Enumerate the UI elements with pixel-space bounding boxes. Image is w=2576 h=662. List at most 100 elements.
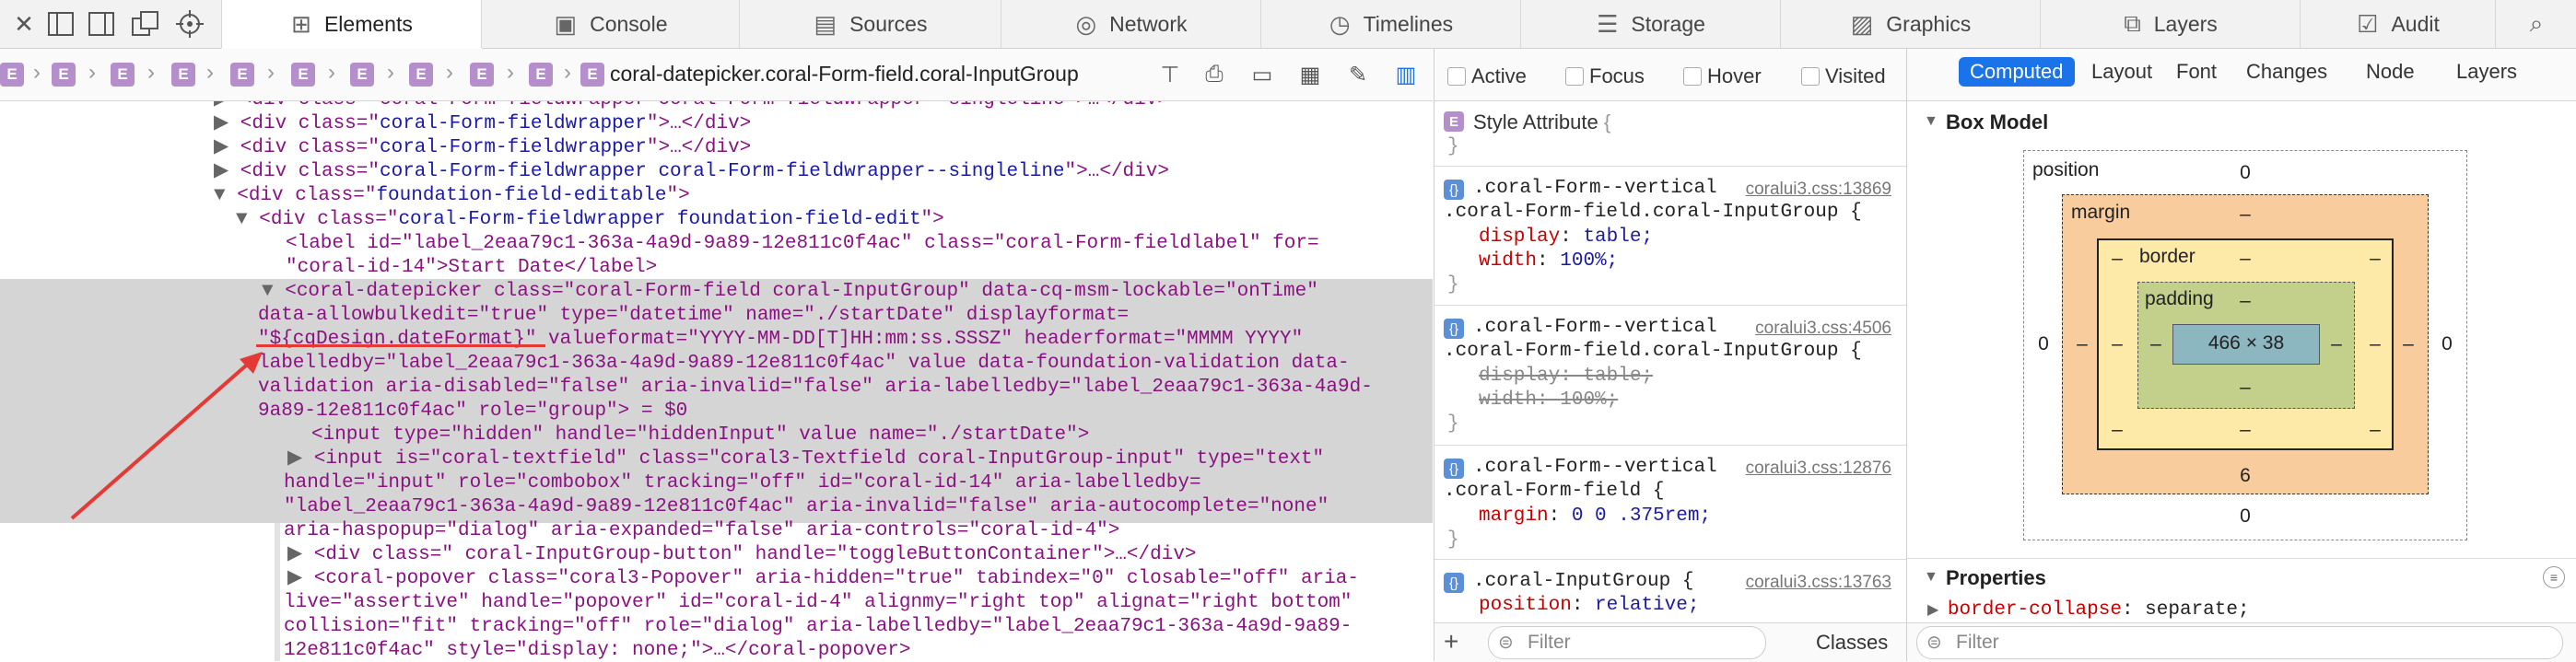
breadcrumb-element-badge[interactable]: E xyxy=(0,63,24,87)
dom-node[interactable]: ▶ <coral-popover class="coral3-Popover" … xyxy=(287,567,1433,591)
dom-node[interactable]: ▶ <div class="coral-Form-fieldwrapper">…… xyxy=(214,112,1433,136)
inspect-target-icon[interactable] xyxy=(173,7,206,41)
breadcrumb-element-badge[interactable]: E xyxy=(171,63,195,87)
dom-node[interactable]: ▶ <div class="coral-Form-fieldwrapper co… xyxy=(214,160,1433,184)
breadcrumb: E › E › E › E › E › E › E › E › E › E › … xyxy=(0,49,1433,101)
pseudo-visited-checkbox[interactable] xyxy=(1801,67,1820,86)
breadcrumb-element-badge[interactable]: E xyxy=(529,63,553,87)
position-bottom-value: 0 xyxy=(2240,505,2251,527)
css-property[interactable]: position: relative; xyxy=(1479,595,1699,616)
tab-computed[interactable]: Computed xyxy=(1959,57,2075,87)
styles-filter-input[interactable]: ⊜ Filter xyxy=(1488,626,1766,659)
breadcrumb-element-badge[interactable]: E xyxy=(580,63,604,87)
pseudo-focus-checkbox[interactable] xyxy=(1565,67,1584,86)
add-rule-icon[interactable]: + xyxy=(1444,627,1458,656)
dom-node[interactable]: ▶ <div class="coral-Form-fieldwrapper">…… xyxy=(214,136,1433,160)
dom-node[interactable]: <input type="hidden" handle="hiddenInput… xyxy=(311,424,1433,447)
computed-filter-bar: ⊜ Filter xyxy=(1907,622,2576,662)
classes-button[interactable]: Classes xyxy=(1816,631,1888,655)
dock-right-icon[interactable] xyxy=(85,7,118,41)
css-property[interactable]: margin: 0 0 .375rem; xyxy=(1479,505,1711,527)
tab-changes[interactable]: Changes xyxy=(2246,60,2327,84)
search-button[interactable]: ⌕ xyxy=(2495,0,2576,48)
dom-node-attrs: collision="fit" tracking="off" role="dia… xyxy=(284,616,1352,637)
padding-bottom-value: – xyxy=(2240,377,2251,398)
network-icon: ◎ xyxy=(1075,9,1097,38)
disclosure-triangle-icon: ▶ xyxy=(214,113,240,134)
pseudo-hover-checkbox[interactable] xyxy=(1683,67,1702,86)
layout-overlay-icon[interactable]: ⊤ xyxy=(1155,60,1185,89)
rule-selector[interactable]: .coral-Form--vertical xyxy=(1473,457,1717,478)
toggle-sidebar-icon[interactable]: ▥ xyxy=(1391,60,1421,89)
properties-title: Properties xyxy=(1946,566,2046,589)
sources-icon: ▤ xyxy=(814,9,837,38)
tab-timelines[interactable]: ◷ Timelines xyxy=(1260,0,1521,48)
tab-elements[interactable]: ⊞ Elements xyxy=(221,0,482,50)
tab-graphics[interactable]: ▨ Graphics xyxy=(1780,0,2041,48)
breadcrumb-element-badge[interactable]: E xyxy=(409,63,433,87)
css-property[interactable]: width: 100%; xyxy=(1479,250,1618,272)
dom-node[interactable]: ▼ <div class="coral-Form-fieldwrapper fo… xyxy=(236,208,1433,232)
breadcrumb-element-badge[interactable]: E xyxy=(350,63,374,87)
print-icon[interactable]: ⎙ xyxy=(1200,60,1229,89)
computed-panel: Computed Layout Font Changes Node Layers… xyxy=(1907,49,2576,662)
pseudo-active-checkbox[interactable] xyxy=(1447,67,1466,86)
grid-icon[interactable]: ▦ xyxy=(1295,60,1325,89)
pseudo-class-bar: Active Focus Hover Visited xyxy=(1434,49,1906,101)
style-attribute-close: } xyxy=(1447,136,1459,157)
tab-layers[interactable]: ⧉ Layers xyxy=(2040,0,2301,48)
css-property-overridden[interactable]: display: table; xyxy=(1479,366,1653,387)
tab-layout[interactable]: Layout xyxy=(2091,60,2152,84)
dom-node[interactable]: ▶ <div class=" coral-InputGroup-button" … xyxy=(287,543,1433,567)
filter-icon: ⊜ xyxy=(1498,633,1514,653)
border-left-mid-value: – xyxy=(2112,333,2123,354)
breadcrumb-element-badge[interactable]: E xyxy=(230,63,254,87)
dom-node-selected[interactable]: ▼ <coral-datepicker class="coral-Form-fi… xyxy=(262,280,1433,304)
breadcrumb-element-badge[interactable]: E xyxy=(111,63,135,87)
tab-storage[interactable]: ☰ Storage xyxy=(1520,0,1781,48)
tab-console[interactable]: ▣ Console xyxy=(481,0,740,48)
close-icon[interactable]: ✕ xyxy=(7,7,41,41)
rule-selector[interactable]: .coral-InputGroup { xyxy=(1473,571,1693,592)
rule-source-link[interactable]: coralui3.css:13763 xyxy=(1746,573,1891,593)
rule-source-link[interactable]: coralui3.css:4506 xyxy=(1755,319,1891,339)
filter-options-icon[interactable]: ≡ xyxy=(2543,566,2565,588)
tab-network[interactable]: ◎ Network xyxy=(1001,0,1261,48)
dom-node-attrs: data-allowbulkedit="true" type="datetime… xyxy=(258,305,1130,326)
tab-audit[interactable]: ☑ Audit xyxy=(2300,0,2496,48)
dom-node[interactable]: ▼ <div class="foundation-field-editable"… xyxy=(214,184,1433,208)
breadcrumb-element-badge[interactable]: E xyxy=(470,63,494,87)
css-property-overridden[interactable]: width: 100%; xyxy=(1479,389,1618,411)
dock-left-icon[interactable] xyxy=(44,7,77,41)
dom-node-attrs: 12e811c0f4ac" style="display: none;">…</… xyxy=(284,640,911,661)
disclosure-down-icon[interactable]: ▼ xyxy=(1924,569,1938,586)
style-attribute-label: Style Attribute { xyxy=(1473,110,1611,134)
margin-right-value: – xyxy=(2403,333,2414,354)
dom-node-text: "coral-id-14">Start Date</label> xyxy=(286,257,658,278)
breadcrumb-element-badge[interactable]: E xyxy=(291,63,315,87)
dom-node[interactable]: ▶ <div class="coral-Form-fieldwrapper co… xyxy=(214,101,1433,112)
computed-filter-input[interactable]: ⊜ Filter xyxy=(1916,626,2563,659)
dom-node[interactable]: <label id="label_2eaa79c1-363a-4a9d-9a89… xyxy=(286,232,1433,256)
tab-node[interactable]: Node xyxy=(2366,60,2415,84)
dom-node[interactable]: ▶ <input is="coral-textfield" class="cor… xyxy=(287,447,1433,471)
padding-left-value: – xyxy=(2150,333,2161,354)
css-property[interactable]: display: table; xyxy=(1479,226,1653,248)
tab-sources[interactable]: ▤ Sources xyxy=(739,0,1001,48)
rule-selector[interactable]: .coral-Form--vertical xyxy=(1473,317,1717,338)
tab-layers-sidebar[interactable]: Layers xyxy=(2456,60,2517,84)
rule-source-link[interactable]: coralui3.css:12876 xyxy=(1746,459,1891,479)
rule-selector[interactable]: .coral-Form--vertical xyxy=(1473,178,1717,199)
disclosure-down-icon[interactable]: ▼ xyxy=(1924,113,1938,130)
paint-brush-icon[interactable]: ✎ xyxy=(1343,60,1373,89)
tab-font[interactable]: Font xyxy=(2176,60,2217,84)
position-label: position xyxy=(2032,159,2100,180)
breadcrumb-current[interactable]: coral-datepicker.coral-Form-field.coral-… xyxy=(610,62,1079,87)
undock-icon[interactable] xyxy=(129,7,162,41)
css-rule-icon: {} xyxy=(1444,180,1464,200)
rule-source-link[interactable]: coralui3.css:13869 xyxy=(1746,180,1891,200)
computed-property[interactable]: ▶ border-collapse: separate; xyxy=(1927,599,2250,621)
breadcrumb-element-badge[interactable]: E xyxy=(52,63,76,87)
pseudo-active-label: Active xyxy=(1471,64,1527,87)
screenshot-icon[interactable]: ▭ xyxy=(1247,60,1277,89)
